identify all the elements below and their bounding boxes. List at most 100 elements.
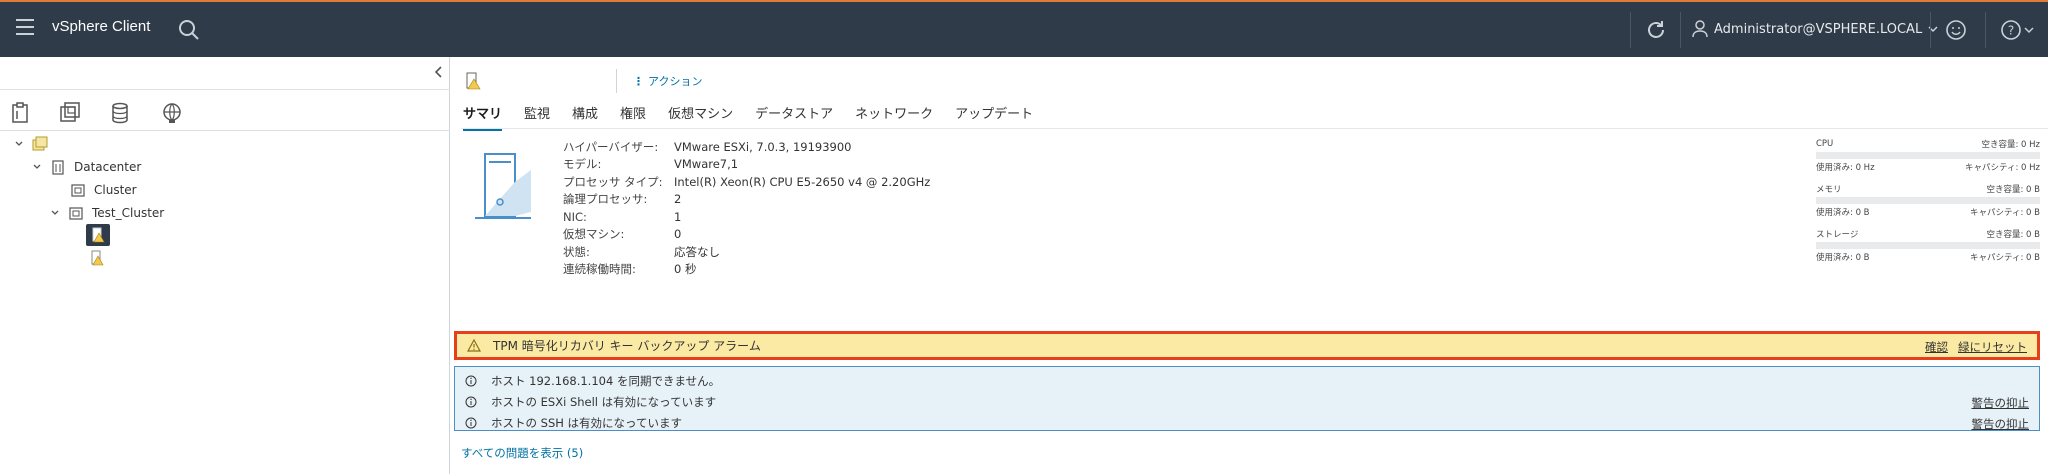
tree-node-test-cluster[interactable]: Test_Cluster: [50, 205, 164, 221]
collapse-pane-icon[interactable]: [432, 65, 446, 79]
tree-label: Cluster: [94, 183, 137, 197]
resource-free: 空き容量: 0 B: [1986, 185, 2040, 195]
resource-capacity: キャパシティ: 0 Hz: [1964, 163, 2040, 173]
prop-value: VMware7,1: [674, 157, 739, 172]
resource-used: 使用済み: 0 B: [1816, 253, 1870, 263]
prop-label: ハイパーバイザー:: [563, 139, 659, 154]
warning-icon: [467, 339, 481, 352]
prop-row: プロセッサ タイプ: Intel(R) Xeon(R) CPU E5-2650 v…: [563, 173, 930, 191]
divider: [461, 128, 2048, 129]
user-icon: [1692, 20, 1708, 38]
suppress-warning-link[interactable]: 警告の抑止: [1972, 395, 2030, 411]
resource-usage-panel: CPU 空き容量: 0 Hz 使用済み: 0 Hz キャパシティ: 0 Hz メモリ…: [1816, 138, 2040, 273]
prop-value: 0 秒: [674, 262, 697, 277]
host-warning-icon: [91, 250, 104, 266]
tree-node-vcenter[interactable]: [14, 136, 48, 152]
header-divider: [1930, 12, 1931, 48]
app-title[interactable]: vSphere Client: [52, 18, 150, 35]
tree-node-host-selected[interactable]: [86, 224, 110, 246]
acknowledge-link[interactable]: 確認: [1925, 339, 1948, 355]
datacenter-icon: [52, 160, 64, 175]
info-text: ホストの ESXi Shell は有効になっています: [491, 395, 717, 409]
tab-datastores[interactable]: データストア: [755, 103, 833, 128]
more-vertical-icon: ⋮: [633, 74, 644, 88]
resource-cpu: CPU 空き容量: 0 Hz 使用済み: 0 Hz キャパシティ: 0 Hz: [1816, 138, 2040, 173]
feedback-smile-icon[interactable]: [1945, 19, 1967, 41]
prop-value: 0: [674, 227, 682, 242]
host-warning-icon: [92, 227, 105, 243]
tree-label: Datacenter: [74, 160, 142, 174]
storage-icon[interactable]: [108, 101, 132, 125]
navigator-tabs: [0, 97, 450, 131]
prop-label: プロセッサ タイプ:: [563, 174, 663, 189]
resource-bar: [1816, 242, 2040, 249]
resource-used: 使用済み: 0 B: [1816, 208, 1870, 218]
tree-node-datacenter[interactable]: Datacenter: [32, 159, 141, 175]
vcenter-icon: [32, 136, 48, 151]
divider: [616, 69, 617, 93]
info-row: ホストの SSH は有効になっています: [465, 415, 682, 431]
header-divider: [1630, 12, 1631, 48]
resource-bar: [1816, 197, 2040, 204]
resource-capacity: キャパシティ: 0 B: [1970, 208, 2040, 218]
host-illustration-icon: [475, 153, 531, 219]
help-menu[interactable]: ?: [2000, 19, 2040, 41]
content-pane: ⋮ アクション サマリ 監視 構成 権限 仮想マシン データストア ネットワーク…: [451, 57, 2048, 474]
info-icon: [465, 417, 477, 429]
info-icon: [465, 375, 477, 387]
show-all-issues-link[interactable]: すべての問題を表示 (5): [461, 445, 583, 461]
alarm-text: TPM 暗号化リカバリ キー バックアップ アラーム: [493, 339, 761, 353]
resource-name: メモリ: [1816, 185, 1842, 195]
svg-text:?: ?: [2008, 24, 2014, 38]
navigator-pane: Datacenter Cluster Test_Cluster: [0, 57, 450, 474]
divider: [0, 89, 450, 90]
suppress-warning-link[interactable]: 警告の抑止: [1972, 416, 2030, 432]
tab-networks[interactable]: ネットワーク: [855, 103, 933, 128]
tree-node-host[interactable]: [90, 250, 104, 266]
tree-label: Test_Cluster: [92, 206, 165, 220]
actions-menu[interactable]: ⋮ アクション: [633, 73, 702, 89]
info-row: ホスト 192.168.1.104 を同期できません。: [465, 373, 720, 389]
refresh-icon[interactable]: [1645, 19, 1667, 41]
tab-summary[interactable]: サマリ: [463, 103, 503, 131]
tab-permissions[interactable]: 権限: [620, 103, 646, 128]
tree-node-cluster[interactable]: Cluster: [70, 182, 137, 198]
resource-used: 使用済み: 0 Hz: [1816, 163, 1875, 173]
prop-value: Intel(R) Xeon(R) CPU E5-2650 v4 @ 2.20GH…: [674, 174, 931, 189]
hosts-clusters-icon[interactable]: [8, 101, 32, 125]
header-divider: [1985, 12, 1986, 48]
prop-value: VMware ESXi, 7.0.3, 19193900: [674, 139, 852, 154]
chevron-down-icon[interactable]: [50, 208, 60, 218]
prop-label: 論理プロセッサ:: [563, 192, 648, 207]
info-text: ホスト 192.168.1.104 を同期できません。: [491, 374, 721, 388]
prop-row: NIC: 1: [563, 208, 930, 226]
resource-name: ストレージ: [1816, 230, 1859, 240]
tab-updates[interactable]: アップデート: [955, 103, 1033, 128]
tab-configure[interactable]: 構成: [572, 103, 598, 128]
chevron-down-icon: [2024, 27, 2034, 34]
cluster-icon: [71, 184, 85, 197]
tab-monitor[interactable]: 監視: [524, 103, 550, 128]
menu-icon[interactable]: [16, 19, 36, 39]
prop-row: モデル: VMware7,1: [563, 156, 930, 174]
object-header: [465, 67, 481, 95]
resource-free: 空き容量: 0 B: [1986, 230, 2040, 240]
resource-free: 空き容量: 0 Hz: [1981, 140, 2040, 150]
user-name: Administrator@VSPHERE.LOCAL: [1714, 21, 1923, 37]
user-menu[interactable]: Administrator@VSPHERE.LOCAL: [1692, 20, 1938, 38]
vms-templates-icon[interactable]: [58, 101, 82, 125]
prop-row: 論理プロセッサ: 2: [563, 191, 930, 209]
prop-row: ハイパーバイザー: VMware ESXi, 7.0.3, 19193900: [563, 138, 930, 156]
resource-bar: [1816, 152, 2040, 159]
info-text: ホストの SSH は有効になっています: [491, 416, 682, 430]
reset-to-green-link[interactable]: 緑にリセット: [1958, 339, 2027, 355]
prop-label: 状態:: [563, 244, 590, 259]
prop-label: 連続稼働時間:: [563, 262, 636, 277]
networking-icon[interactable]: [160, 101, 184, 125]
resource-storage: ストレージ 空き容量: 0 B 使用済み: 0 B キャパシティ: 0 B: [1816, 228, 2040, 263]
chevron-down-icon[interactable]: [32, 162, 42, 172]
search-icon[interactable]: [178, 19, 200, 41]
chevron-down-icon[interactable]: [14, 139, 24, 149]
tab-vms[interactable]: 仮想マシン: [668, 103, 733, 128]
info-row: ホストの ESXi Shell は有効になっています: [465, 394, 716, 410]
